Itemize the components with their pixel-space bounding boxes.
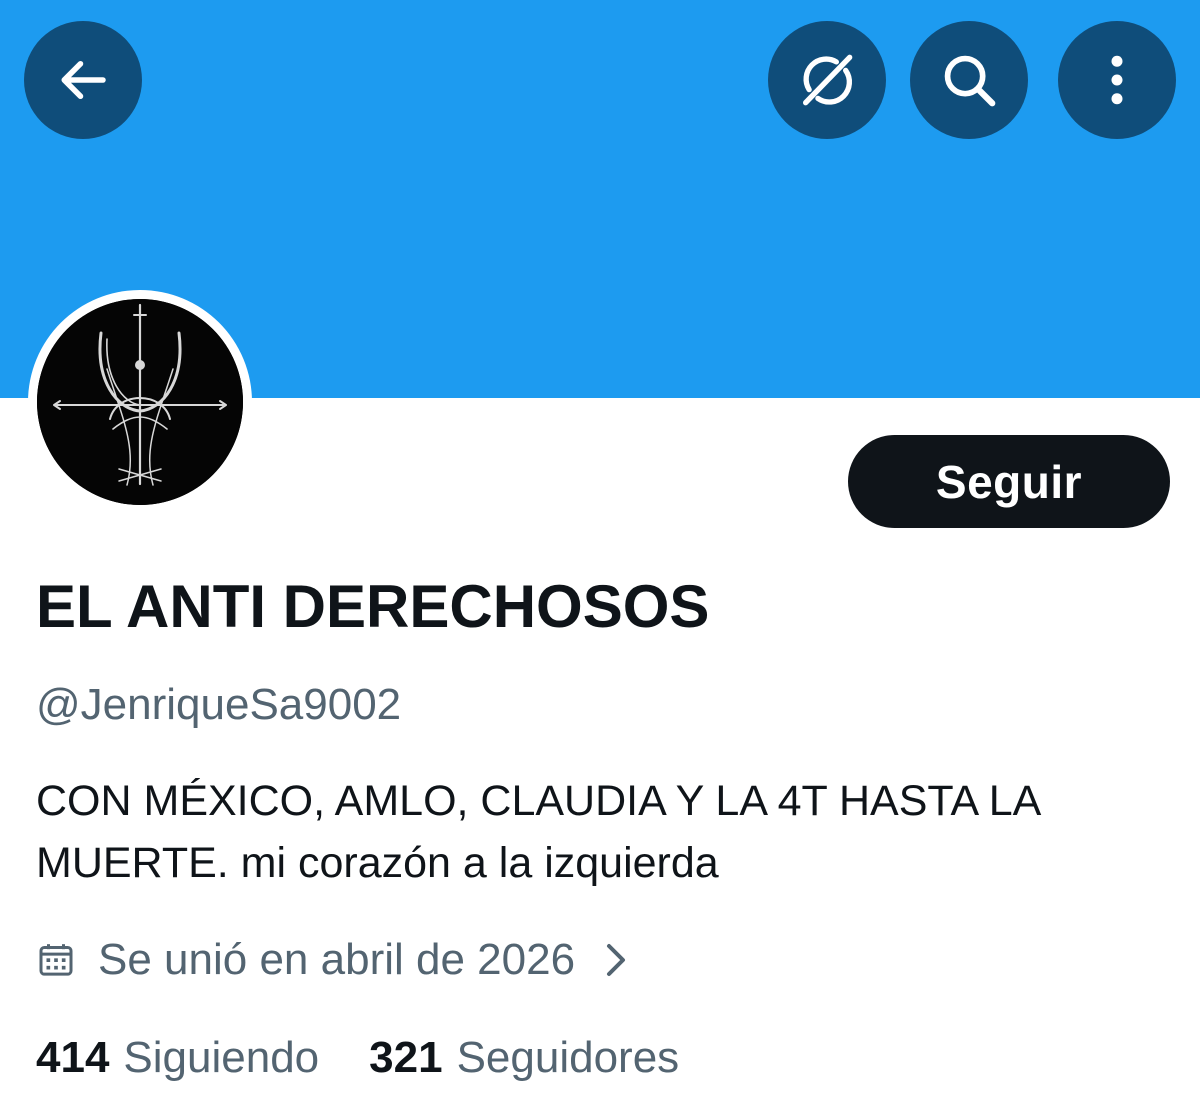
following-link[interactable]: 414 Siguiendo	[36, 1033, 319, 1083]
follow-button[interactable]: Seguir	[848, 435, 1170, 528]
grok-icon	[803, 54, 853, 106]
calendar-icon	[36, 940, 76, 980]
profile-display-name: EL ANTI DERECHOSOS	[36, 573, 710, 640]
search-button[interactable]	[910, 21, 1028, 139]
joined-date-text: Se unió en abril de 2026	[98, 935, 576, 984]
more-options-button[interactable]	[1058, 21, 1176, 139]
following-label: Siguiendo	[123, 1033, 320, 1082]
search-icon	[944, 55, 996, 107]
grok-button[interactable]	[768, 21, 886, 139]
following-count: 414	[36, 1033, 110, 1082]
avatar[interactable]	[28, 290, 252, 514]
more-vertical-icon	[1111, 55, 1123, 105]
chevron-right-icon	[603, 940, 629, 980]
followers-link[interactable]: 321 Seguidores	[369, 1033, 679, 1083]
profile-bio: CON MÉXICO, AMLO, CLAUDIA Y LA 4T HASTA …	[36, 777, 1039, 887]
joined-date-row[interactable]: Se unió en abril de 2026	[36, 930, 629, 990]
profile-handle: @JenriqueSa9002	[36, 680, 402, 729]
avatar-image	[37, 299, 243, 505]
followers-count: 321	[369, 1033, 443, 1082]
arrow-left-icon	[61, 61, 106, 99]
followers-label: Seguidores	[456, 1033, 680, 1082]
back-button[interactable]	[24, 21, 142, 139]
profile-stats: 414 Siguiendo 321 Seguidores	[36, 1028, 679, 1088]
